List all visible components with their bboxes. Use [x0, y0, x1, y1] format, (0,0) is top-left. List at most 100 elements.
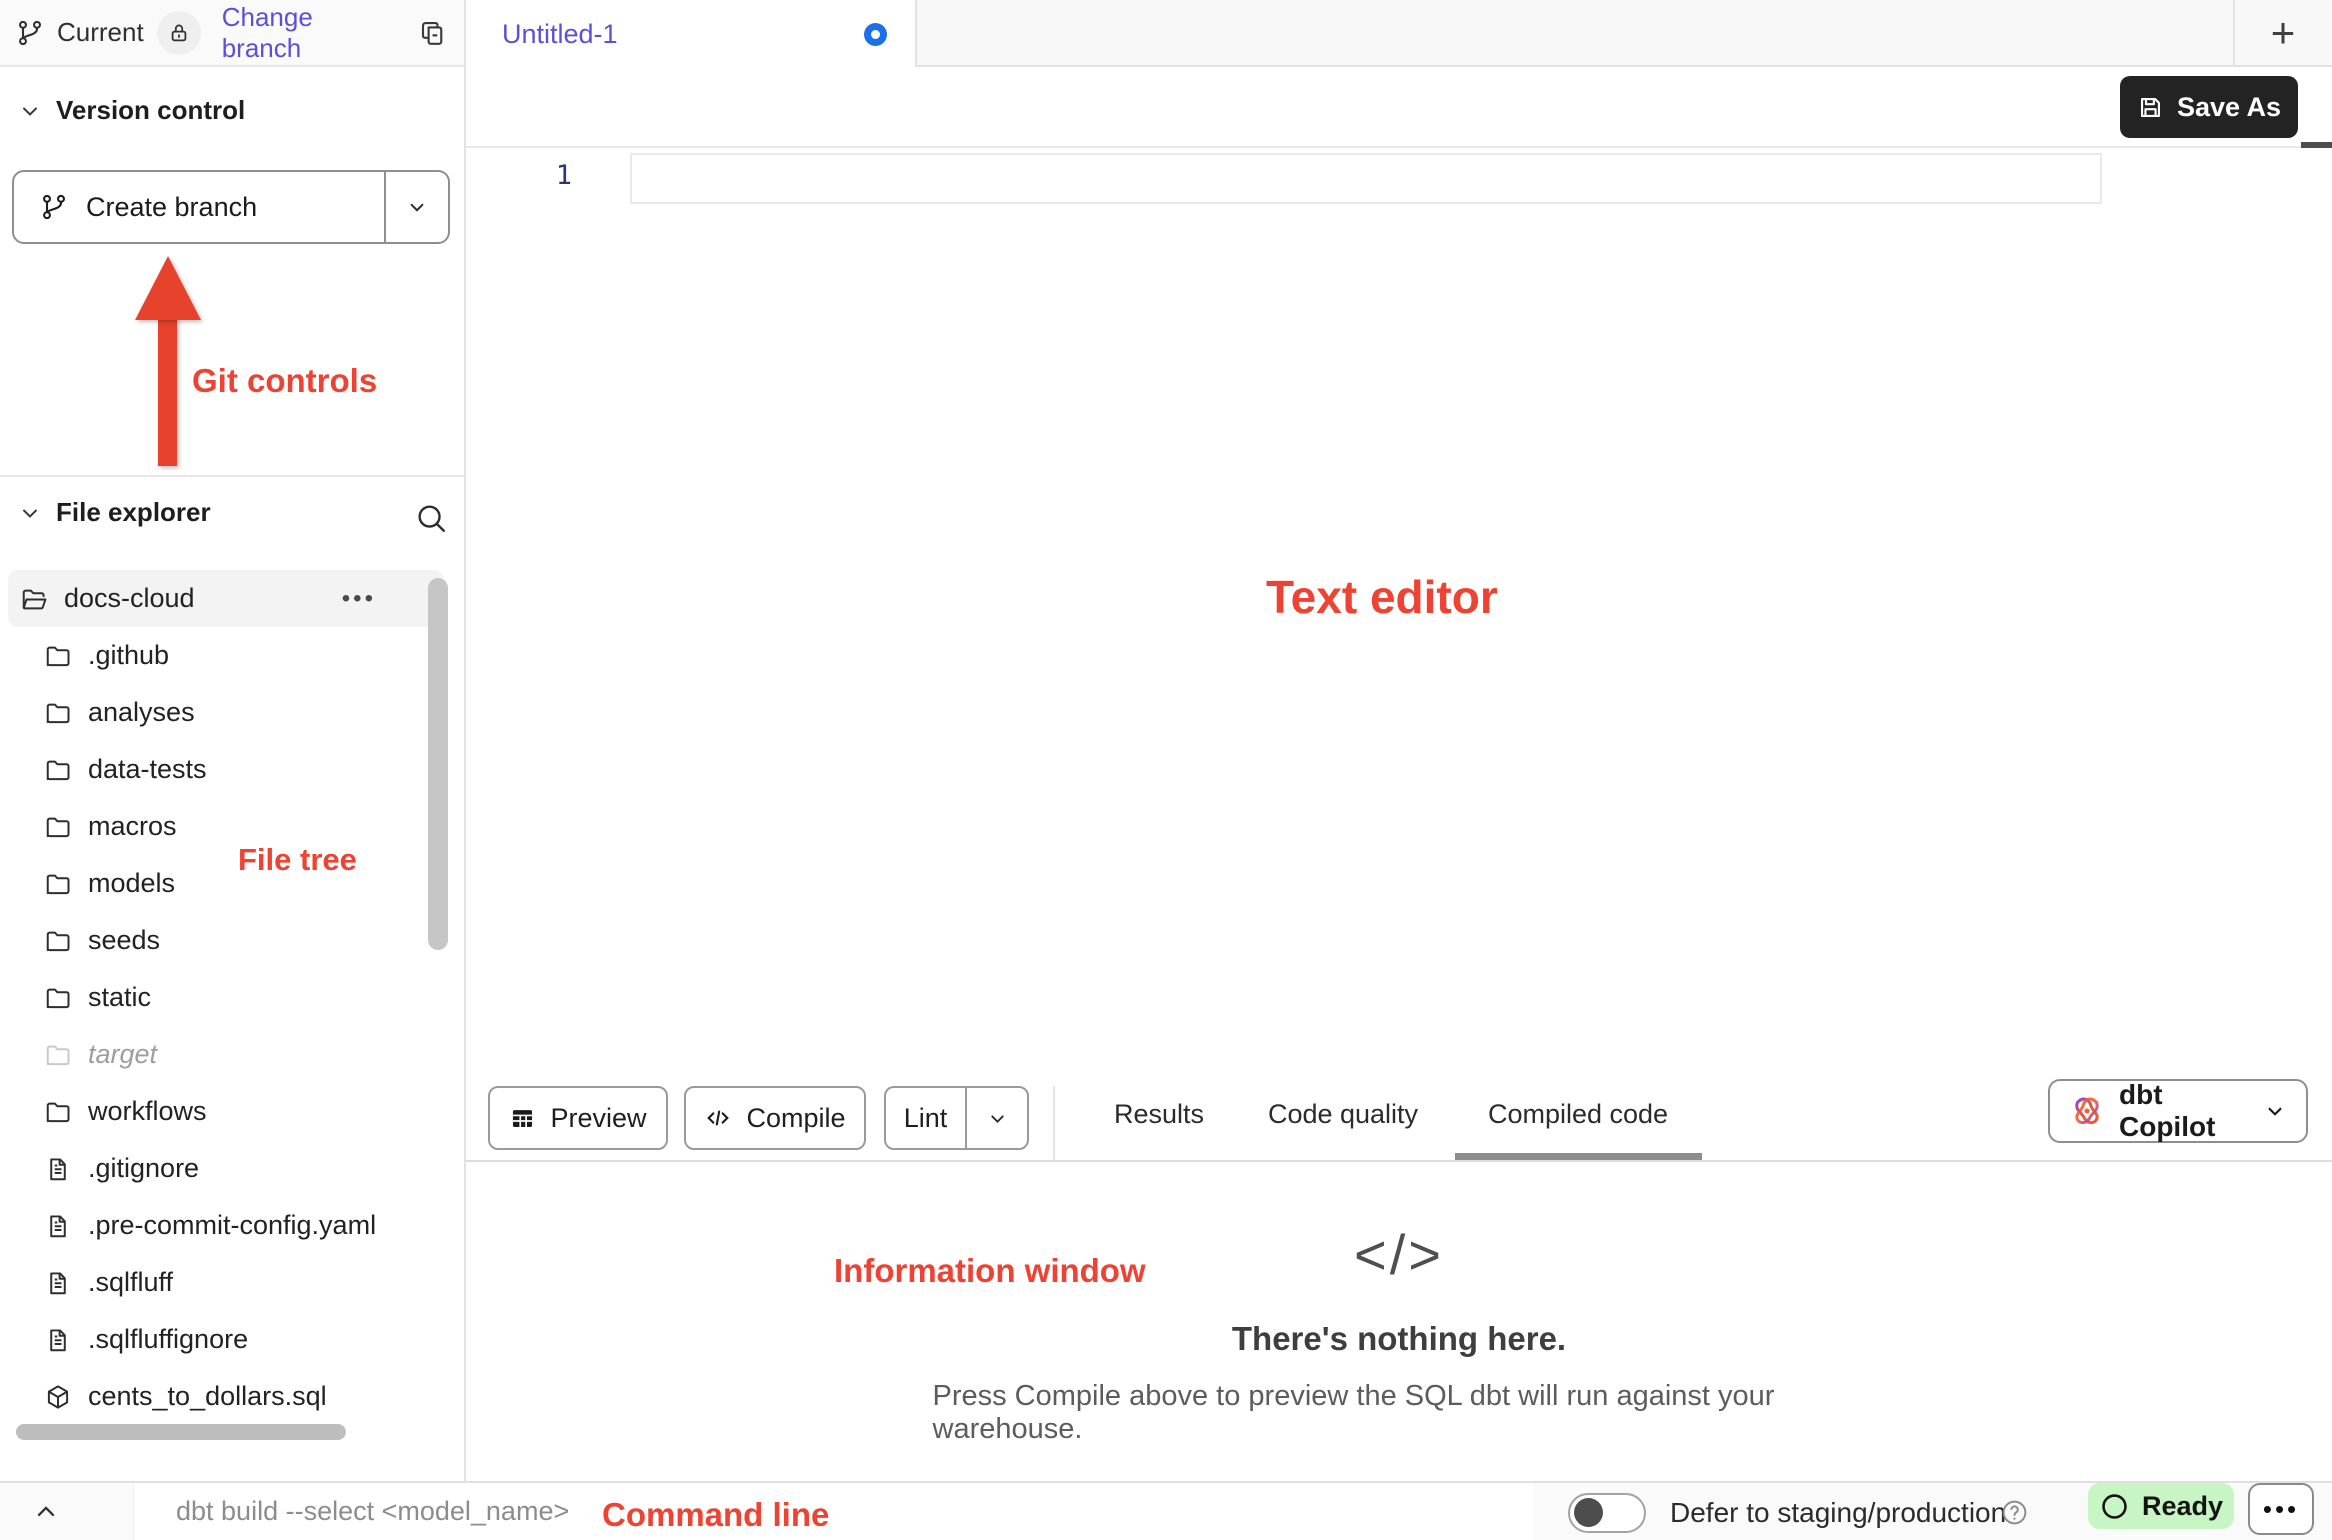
tree-item-label: cents_to_dollars.sql: [88, 1381, 327, 1412]
toolbar-divider: [1053, 1086, 1055, 1160]
editor-toolbar: [466, 67, 2332, 148]
preview-button[interactable]: Preview: [488, 1086, 668, 1150]
folder-open-icon: [20, 585, 48, 613]
overflow-menu-button[interactable]: •••: [2248, 1483, 2314, 1535]
save-as-label: Save As: [2177, 92, 2281, 123]
dbt-copilot-icon: [2068, 1092, 2106, 1130]
tree-item-static[interactable]: static: [0, 969, 456, 1026]
tree-item--pre-commit-config-yaml[interactable]: .pre-commit-config.yaml: [0, 1197, 456, 1254]
tree-item-data-tests[interactable]: data-tests: [0, 741, 456, 798]
tab-code-quality[interactable]: Code quality: [1268, 1099, 1418, 1130]
file-tree-vertical-scrollbar[interactable]: [428, 578, 448, 950]
tree-item--github[interactable]: .github: [0, 627, 456, 684]
dbt-copilot-label: dbt Copilot: [2119, 1079, 2249, 1143]
file-explorer-header[interactable]: File explorer: [18, 497, 211, 528]
file-icon: [44, 1212, 72, 1240]
chevron-down-icon: [404, 194, 430, 220]
chevron-down-icon: [985, 1106, 1010, 1131]
tree-item-workflows[interactable]: workflows: [0, 1083, 456, 1140]
tab-compiled-code[interactable]: Compiled code: [1488, 1099, 1668, 1130]
tree-item-seeds[interactable]: seeds: [0, 912, 456, 969]
tree-item-docs-cloud[interactable]: docs-cloud•••: [8, 570, 444, 627]
tree-item-label: macros: [88, 811, 177, 842]
lint-button[interactable]: Lint: [886, 1088, 965, 1148]
tree-item-label: .sqlfluffignore: [88, 1324, 248, 1355]
annotation-arrow-shaft: [158, 316, 177, 466]
version-control-header[interactable]: Version control: [18, 95, 245, 126]
lock-icon: [168, 22, 190, 44]
save-as-button[interactable]: Save As: [2120, 76, 2298, 138]
change-branch-link[interactable]: Change branch: [222, 2, 397, 64]
copy-branch-icon[interactable]: [418, 18, 448, 48]
file-icon: [44, 1269, 72, 1297]
search-icon[interactable]: [414, 501, 448, 535]
annotation-file-tree: File tree: [238, 842, 357, 878]
tree-item-label: analyses: [88, 697, 195, 728]
defer-label: Defer to staging/production: [1670, 1497, 2006, 1529]
folder-icon: [44, 1041, 72, 1069]
tree-item-label: .github: [88, 640, 169, 671]
compile-button[interactable]: Compile: [684, 1086, 866, 1150]
chevron-down-icon: [18, 501, 42, 525]
folder-icon: [44, 756, 72, 784]
table-icon: [509, 1105, 536, 1132]
empty-state-subtitle: Press Compile above to preview the SQL d…: [933, 1380, 1866, 1446]
tree-item-target[interactable]: target: [0, 1026, 456, 1083]
status-badge: Ready: [2088, 1483, 2234, 1529]
lint-button-group: Lint: [884, 1086, 1029, 1150]
tree-item-models[interactable]: models: [0, 855, 456, 912]
annotation-command-line: Command line: [602, 1496, 829, 1534]
file-tree: docs-cloud••• .github analyses data-tests ma…: [0, 570, 456, 1425]
tree-item-label: .sqlfluff: [88, 1267, 173, 1298]
defer-toggle[interactable]: [1568, 1493, 1646, 1533]
create-branch-button[interactable]: Create branch: [12, 170, 450, 244]
tree-item--gitignore[interactable]: .gitignore: [0, 1140, 456, 1197]
git-branch-icon: [40, 193, 68, 221]
tab-untitled-1[interactable]: Untitled-1: [466, 0, 917, 69]
help-icon[interactable]: [2000, 1498, 2029, 1527]
current-branch-label: Current: [57, 17, 144, 48]
folder-icon: [44, 984, 72, 1012]
version-control-title: Version control: [56, 95, 245, 126]
tab-bar-divider: [2233, 0, 2235, 65]
lint-dropdown[interactable]: [965, 1088, 1027, 1148]
command-input[interactable]: [134, 1483, 1533, 1540]
tree-item-analyses[interactable]: analyses: [0, 684, 456, 741]
tree-item-label: workflows: [88, 1096, 207, 1127]
code-icon: [704, 1104, 732, 1132]
tree-item-macros[interactable]: macros: [0, 798, 456, 855]
line-number: 1: [466, 160, 572, 191]
tree-item-label: .pre-commit-config.yaml: [88, 1210, 376, 1241]
empty-state-code-glyph: </>: [1354, 1222, 1444, 1287]
tree-item-label: seeds: [88, 925, 160, 956]
folder-icon: [44, 870, 72, 898]
tree-item--sqlfluff[interactable]: .sqlfluff: [0, 1254, 456, 1311]
unsaved-changes-dot: [864, 23, 887, 46]
folder-icon: [44, 699, 72, 727]
tree-item-label: models: [88, 868, 175, 899]
git-branch-icon: [16, 19, 44, 47]
dbt-copilot-button[interactable]: dbt Copilot: [2048, 1079, 2308, 1143]
new-tab-button[interactable]: +: [2258, 2, 2308, 64]
lint-label: Lint: [904, 1103, 948, 1134]
command-input-area: [133, 1483, 1533, 1540]
create-branch-dropdown[interactable]: [384, 172, 448, 242]
chevron-up-icon[interactable]: [26, 1494, 66, 1530]
tree-item-label: target: [88, 1039, 157, 1070]
tree-item-label: static: [88, 982, 151, 1013]
annotation-text-editor: Text editor: [1266, 570, 1498, 624]
kebab-menu-icon[interactable]: •••: [342, 585, 376, 613]
tab-results[interactable]: Results: [1114, 1099, 1204, 1130]
branch-readonly-chip: [157, 11, 201, 55]
tree-item-cents-to-dollars-sql[interactable]: cents_to_dollars.sql: [0, 1368, 456, 1425]
model-icon: [44, 1383, 72, 1411]
folder-icon: [44, 927, 72, 955]
sidebar: Current Change branch: [0, 0, 466, 1481]
file-icon: [44, 1155, 72, 1183]
tree-item--sqlfluffignore[interactable]: .sqlfluffignore: [0, 1311, 456, 1368]
file-tree-horizontal-scrollbar[interactable]: [16, 1424, 346, 1440]
annotation-information-window: Information window: [834, 1252, 1146, 1290]
create-branch-label: Create branch: [86, 192, 257, 223]
annotation-arrow-head: [135, 256, 201, 320]
folder-icon: [44, 1098, 72, 1126]
